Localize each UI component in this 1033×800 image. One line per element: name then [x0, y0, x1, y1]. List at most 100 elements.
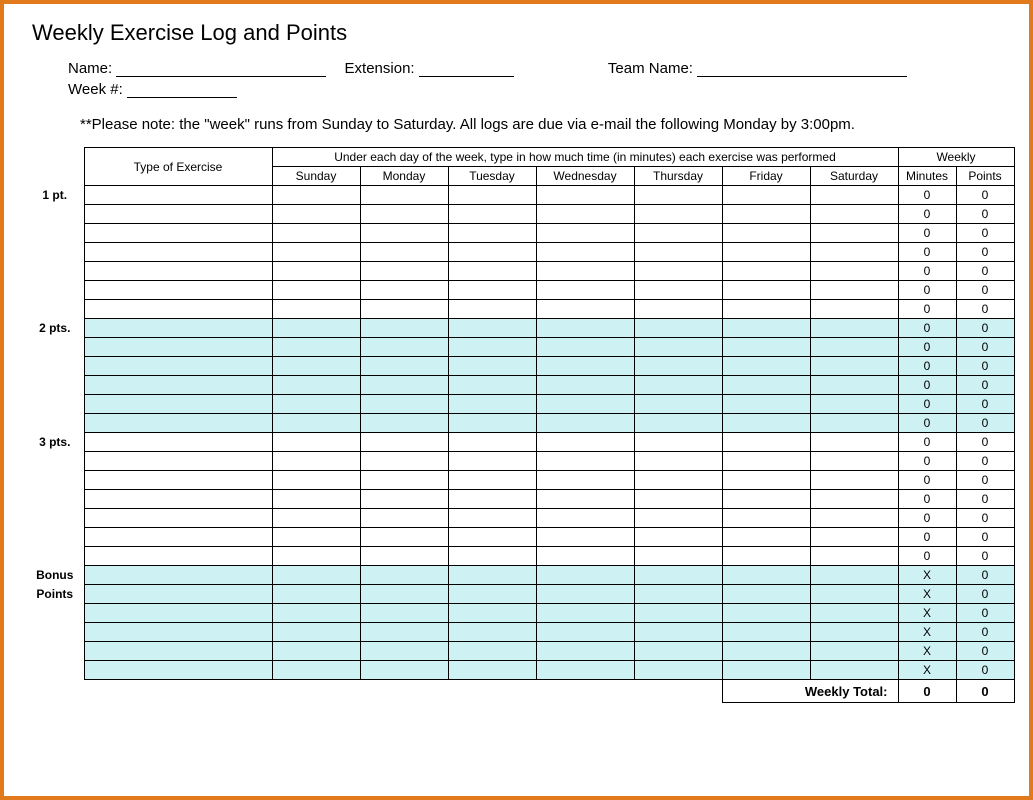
type-cell[interactable]: [84, 224, 272, 243]
day-cell[interactable]: [448, 642, 536, 661]
day-cell[interactable]: [272, 395, 360, 414]
day-cell[interactable]: [536, 338, 634, 357]
day-cell[interactable]: [810, 604, 898, 623]
day-cell[interactable]: [810, 642, 898, 661]
day-cell[interactable]: [634, 452, 722, 471]
type-cell[interactable]: [84, 471, 272, 490]
day-cell[interactable]: [810, 300, 898, 319]
day-cell[interactable]: [536, 433, 634, 452]
type-cell[interactable]: [84, 357, 272, 376]
day-cell[interactable]: [722, 205, 810, 224]
day-cell[interactable]: [360, 395, 448, 414]
day-cell[interactable]: [272, 452, 360, 471]
day-cell[interactable]: [360, 300, 448, 319]
day-cell[interactable]: [722, 604, 810, 623]
type-cell[interactable]: [84, 490, 272, 509]
day-cell[interactable]: [722, 585, 810, 604]
day-cell[interactable]: [722, 319, 810, 338]
day-cell[interactable]: [360, 642, 448, 661]
type-cell[interactable]: [84, 300, 272, 319]
day-cell[interactable]: [810, 623, 898, 642]
day-cell[interactable]: [448, 433, 536, 452]
day-cell[interactable]: [448, 566, 536, 585]
day-cell[interactable]: [722, 452, 810, 471]
day-cell[interactable]: [634, 186, 722, 205]
day-cell[interactable]: [810, 281, 898, 300]
day-cell[interactable]: [272, 281, 360, 300]
day-cell[interactable]: [272, 414, 360, 433]
day-cell[interactable]: [634, 528, 722, 547]
day-cell[interactable]: [536, 547, 634, 566]
day-cell[interactable]: [272, 224, 360, 243]
day-cell[interactable]: [634, 547, 722, 566]
day-cell[interactable]: [634, 224, 722, 243]
day-cell[interactable]: [722, 186, 810, 205]
day-cell[interactable]: [272, 262, 360, 281]
day-cell[interactable]: [810, 566, 898, 585]
type-cell[interactable]: [84, 623, 272, 642]
day-cell[interactable]: [536, 281, 634, 300]
day-cell[interactable]: [536, 585, 634, 604]
day-cell[interactable]: [722, 471, 810, 490]
day-cell[interactable]: [272, 585, 360, 604]
day-cell[interactable]: [448, 338, 536, 357]
day-cell[interactable]: [360, 205, 448, 224]
day-cell[interactable]: [634, 642, 722, 661]
day-cell[interactable]: [360, 471, 448, 490]
day-cell[interactable]: [360, 661, 448, 680]
day-cell[interactable]: [360, 262, 448, 281]
day-cell[interactable]: [634, 357, 722, 376]
day-cell[interactable]: [272, 243, 360, 262]
day-cell[interactable]: [272, 642, 360, 661]
day-cell[interactable]: [634, 490, 722, 509]
week-input[interactable]: [127, 83, 237, 98]
day-cell[interactable]: [722, 281, 810, 300]
day-cell[interactable]: [448, 186, 536, 205]
type-cell[interactable]: [84, 205, 272, 224]
day-cell[interactable]: [360, 547, 448, 566]
day-cell[interactable]: [272, 338, 360, 357]
day-cell[interactable]: [722, 642, 810, 661]
day-cell[interactable]: [272, 604, 360, 623]
day-cell[interactable]: [448, 262, 536, 281]
day-cell[interactable]: [810, 243, 898, 262]
day-cell[interactable]: [536, 566, 634, 585]
day-cell[interactable]: [272, 623, 360, 642]
day-cell[interactable]: [536, 642, 634, 661]
day-cell[interactable]: [634, 471, 722, 490]
day-cell[interactable]: [634, 338, 722, 357]
day-cell[interactable]: [360, 243, 448, 262]
type-cell[interactable]: [84, 414, 272, 433]
type-cell[interactable]: [84, 395, 272, 414]
day-cell[interactable]: [536, 490, 634, 509]
day-cell[interactable]: [360, 281, 448, 300]
day-cell[interactable]: [634, 661, 722, 680]
day-cell[interactable]: [448, 623, 536, 642]
day-cell[interactable]: [360, 338, 448, 357]
day-cell[interactable]: [810, 433, 898, 452]
day-cell[interactable]: [722, 357, 810, 376]
day-cell[interactable]: [448, 357, 536, 376]
day-cell[interactable]: [536, 471, 634, 490]
day-cell[interactable]: [634, 623, 722, 642]
day-cell[interactable]: [634, 509, 722, 528]
day-cell[interactable]: [722, 376, 810, 395]
day-cell[interactable]: [810, 262, 898, 281]
day-cell[interactable]: [272, 300, 360, 319]
day-cell[interactable]: [360, 186, 448, 205]
day-cell[interactable]: [810, 205, 898, 224]
type-cell[interactable]: [84, 433, 272, 452]
day-cell[interactable]: [448, 661, 536, 680]
day-cell[interactable]: [810, 376, 898, 395]
day-cell[interactable]: [722, 414, 810, 433]
day-cell[interactable]: [272, 661, 360, 680]
day-cell[interactable]: [810, 414, 898, 433]
day-cell[interactable]: [634, 262, 722, 281]
day-cell[interactable]: [634, 585, 722, 604]
type-cell[interactable]: [84, 661, 272, 680]
day-cell[interactable]: [722, 262, 810, 281]
day-cell[interactable]: [810, 186, 898, 205]
day-cell[interactable]: [448, 585, 536, 604]
day-cell[interactable]: [536, 205, 634, 224]
day-cell[interactable]: [536, 376, 634, 395]
